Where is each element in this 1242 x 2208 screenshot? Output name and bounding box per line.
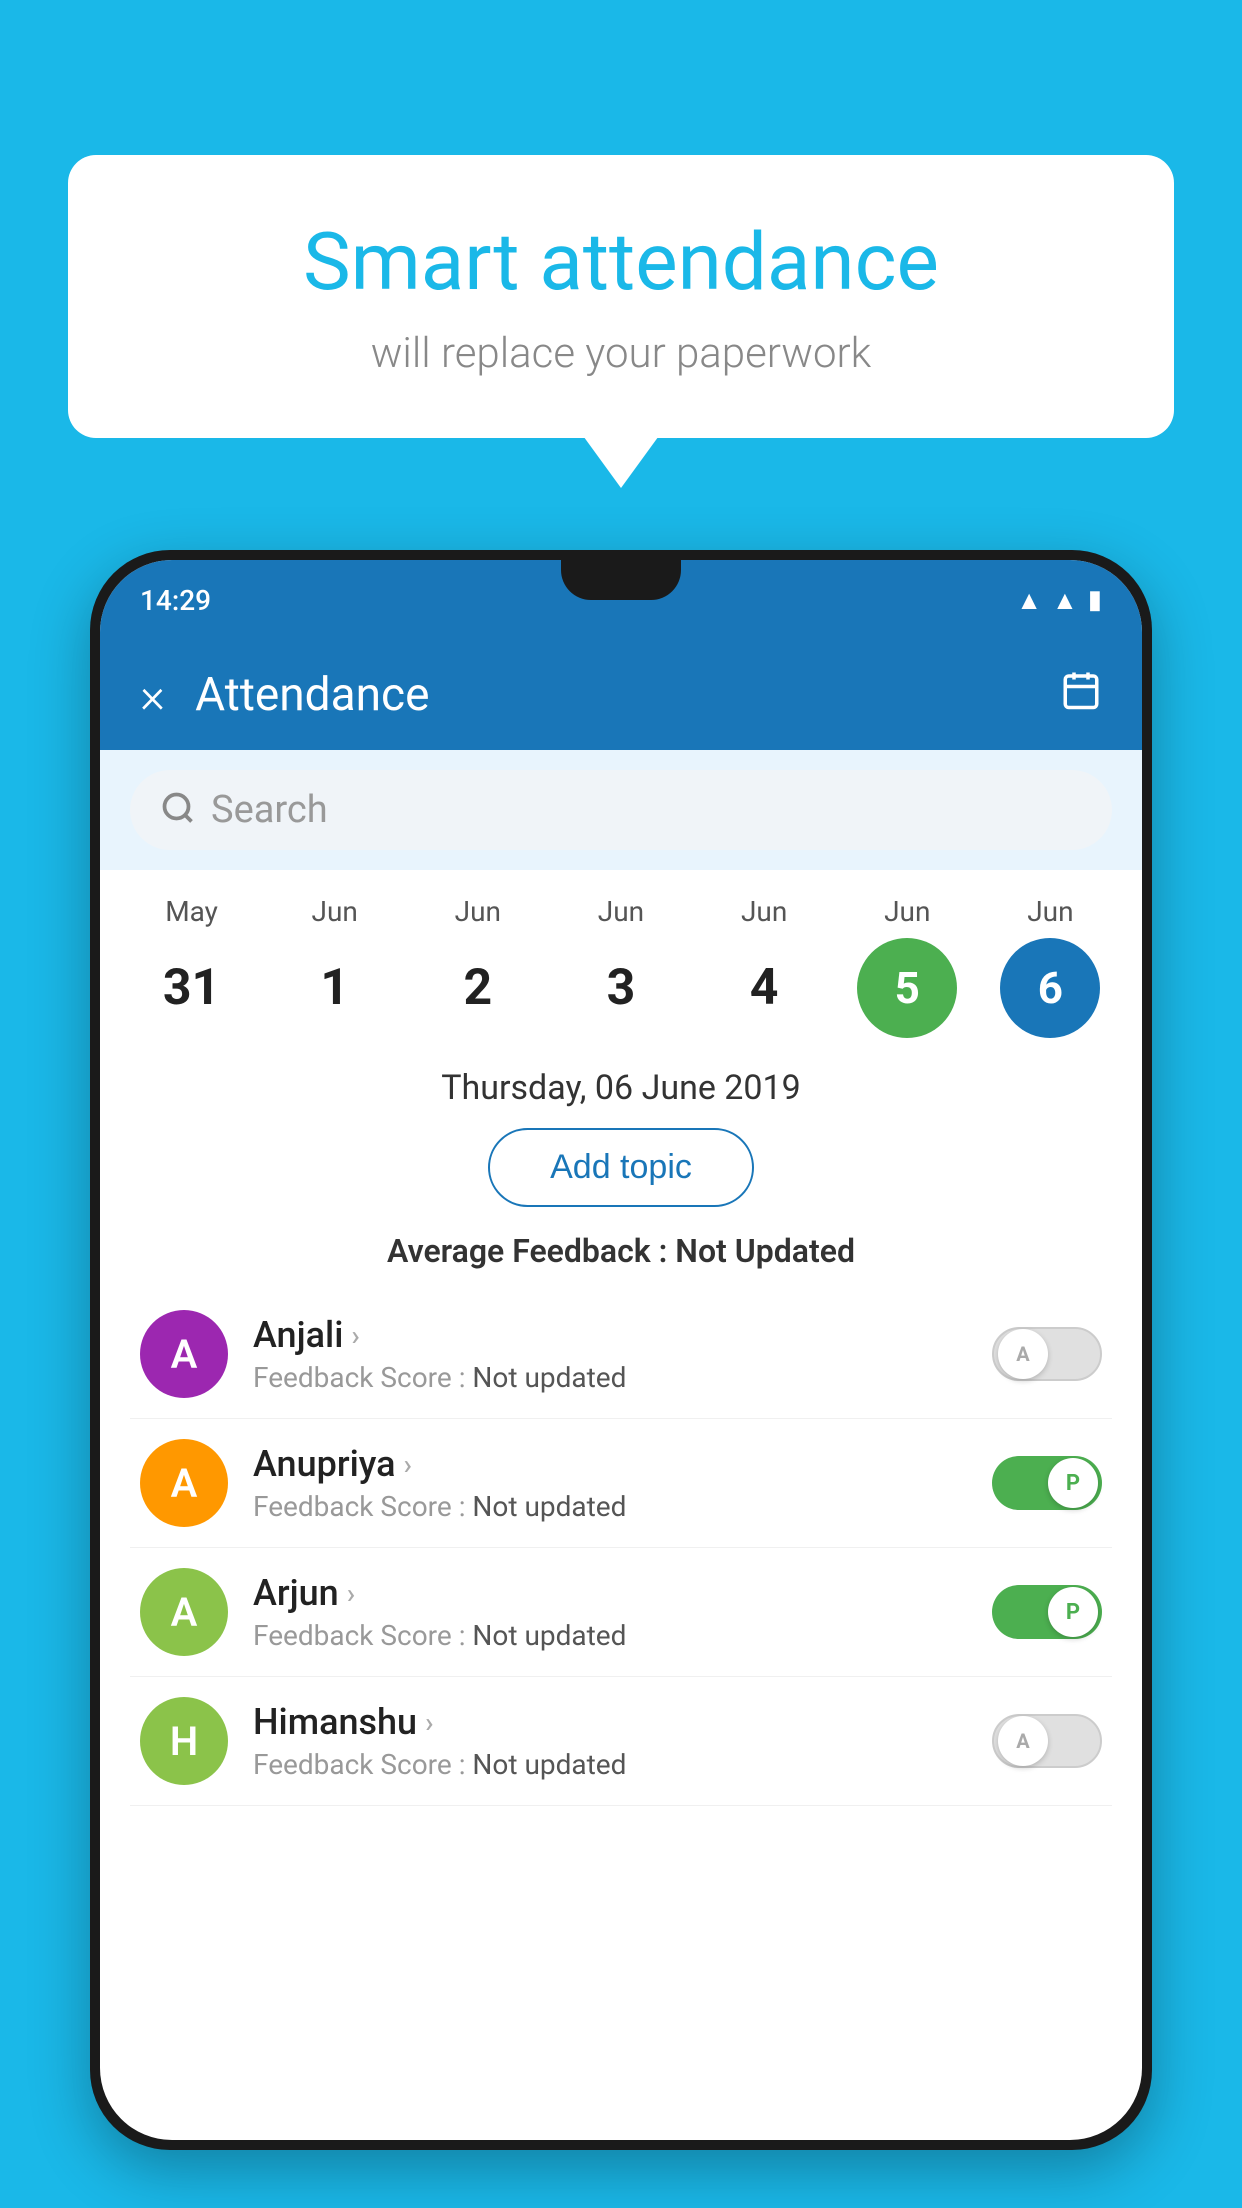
search-icon <box>160 790 196 830</box>
toggle-switch[interactable]: P <box>992 1585 1102 1639</box>
avg-feedback-label: Average Feedback : <box>387 1232 667 1270</box>
chevron-right-icon: › <box>404 1448 412 1481</box>
toggle-switch[interactable]: P <box>992 1456 1102 1510</box>
phone-screen: 14:29 ▲ ▲ ▮ × Attendance <box>100 560 1142 2140</box>
search-container: Search <box>100 750 1142 870</box>
attendance-toggle[interactable]: A <box>992 1714 1102 1768</box>
cal-date-number: 5 <box>857 938 957 1038</box>
status-icons: ▲ ▲ ▮ <box>1016 585 1102 616</box>
signal-icon: ▲ <box>1052 585 1078 616</box>
toggle-switch[interactable]: A <box>992 1327 1102 1381</box>
cal-date-number: 6 <box>1000 938 1100 1038</box>
phone-notch <box>561 560 681 600</box>
student-feedback: Feedback Score : Not updated <box>253 1748 967 1781</box>
average-feedback: Average Feedback : Not Updated <box>130 1232 1112 1270</box>
toggle-knob: A <box>998 1716 1048 1766</box>
chevron-right-icon: › <box>425 1706 433 1739</box>
calendar-strip: May 31 Jun 1 Jun 2 Jun 3 Jun 4 Jun 5 Jun 6 <box>100 870 1142 1053</box>
calendar-day[interactable]: Jun 3 <box>566 895 676 1038</box>
avatar: H <box>140 1697 228 1785</box>
student-feedback: Feedback Score : Not updated <box>253 1619 967 1652</box>
list-item: A Arjun › Feedback Score : Not updated P <box>130 1548 1112 1677</box>
feedback-value: Not updated <box>472 1748 626 1781</box>
student-name[interactable]: Anupriya › <box>253 1443 967 1485</box>
selected-date: Thursday, 06 June 2019 <box>130 1068 1112 1108</box>
cal-date-number: 2 <box>428 938 528 1038</box>
calendar-day[interactable]: Jun 4 <box>709 895 819 1038</box>
chevron-right-icon: › <box>351 1319 359 1352</box>
toggle-knob: P <box>1048 1458 1098 1508</box>
student-name[interactable]: Himanshu › <box>253 1701 967 1743</box>
attendance-toggle[interactable]: A <box>992 1327 1102 1381</box>
student-info: Arjun › Feedback Score : Not updated <box>253 1572 967 1652</box>
speech-bubble-container: Smart attendance will replace your paper… <box>68 155 1174 438</box>
cal-month-label: Jun <box>884 895 930 928</box>
content-area: Thursday, 06 June 2019 Add topic Average… <box>100 1053 1142 1821</box>
search-input-placeholder: Search <box>211 788 328 832</box>
calendar-day[interactable]: Jun 5 <box>852 895 962 1038</box>
speech-bubble: Smart attendance will replace your paper… <box>68 155 1174 438</box>
student-info: Himanshu › Feedback Score : Not updated <box>253 1701 967 1781</box>
app-bar-title: Attendance <box>195 668 1030 722</box>
calendar-day[interactable]: Jun 1 <box>280 895 390 1038</box>
speech-bubble-subtitle: will replace your paperwork <box>148 329 1094 378</box>
student-list: AAnjali ›Feedback Score : Not updatedAAA… <box>130 1290 1112 1806</box>
student-info: Anjali › Feedback Score : Not updated <box>253 1314 967 1394</box>
student-feedback: Feedback Score : Not updated <box>253 1361 967 1394</box>
calendar-day[interactable]: Jun 2 <box>423 895 533 1038</box>
student-name[interactable]: Anjali › <box>253 1314 967 1356</box>
status-time: 14:29 <box>140 584 211 617</box>
cal-date-number: 4 <box>714 938 814 1038</box>
cal-date-number: 1 <box>285 938 385 1038</box>
student-feedback: Feedback Score : Not updated <box>253 1490 967 1523</box>
cal-month-label: Jun <box>312 895 358 928</box>
feedback-value: Not updated <box>472 1490 626 1523</box>
cal-month-label: May <box>165 895 218 928</box>
list-item: A Anjali › Feedback Score : Not updated A <box>130 1290 1112 1419</box>
app-bar: × Attendance <box>100 640 1142 750</box>
feedback-value: Not updated <box>472 1361 626 1394</box>
wifi-icon: ▲ <box>1016 585 1042 616</box>
cal-month-label: Jun <box>455 895 501 928</box>
calendar-day[interactable]: May 31 <box>137 895 247 1038</box>
toggle-switch[interactable]: A <box>992 1714 1102 1768</box>
close-button[interactable]: × <box>140 667 165 724</box>
chevron-right-icon: › <box>347 1577 355 1610</box>
student-name[interactable]: Arjun › <box>253 1572 967 1614</box>
avg-feedback-value: Not Updated <box>675 1232 855 1270</box>
speech-bubble-title: Smart attendance <box>148 215 1094 309</box>
calendar-day[interactable]: Jun 6 <box>995 895 1105 1038</box>
list-item: A Anupriya › Feedback Score : Not updated P <box>130 1419 1112 1548</box>
cal-date-number: 31 <box>142 938 242 1038</box>
avatar: A <box>140 1310 228 1398</box>
list-item: H Himanshu › Feedback Score : Not updated A <box>130 1677 1112 1806</box>
cal-month-label: Jun <box>598 895 644 928</box>
attendance-toggle[interactable]: P <box>992 1585 1102 1639</box>
feedback-value: Not updated <box>472 1619 626 1652</box>
status-bar: 14:29 ▲ ▲ ▮ <box>100 560 1142 640</box>
add-topic-button[interactable]: Add topic <box>488 1128 754 1207</box>
toggle-knob: A <box>998 1329 1048 1379</box>
avatar: A <box>140 1568 228 1656</box>
attendance-toggle[interactable]: P <box>992 1456 1102 1510</box>
battery-icon: ▮ <box>1088 585 1102 615</box>
cal-date-number: 3 <box>571 938 671 1038</box>
cal-month-label: Jun <box>1027 895 1073 928</box>
avatar: A <box>140 1439 228 1527</box>
toggle-knob: P <box>1048 1587 1098 1637</box>
student-info: Anupriya › Feedback Score : Not updated <box>253 1443 967 1523</box>
cal-month-label: Jun <box>741 895 787 928</box>
search-bar[interactable]: Search <box>130 770 1112 850</box>
phone-frame: 14:29 ▲ ▲ ▮ × Attendance <box>90 550 1152 2150</box>
calendar-icon[interactable] <box>1060 669 1102 721</box>
